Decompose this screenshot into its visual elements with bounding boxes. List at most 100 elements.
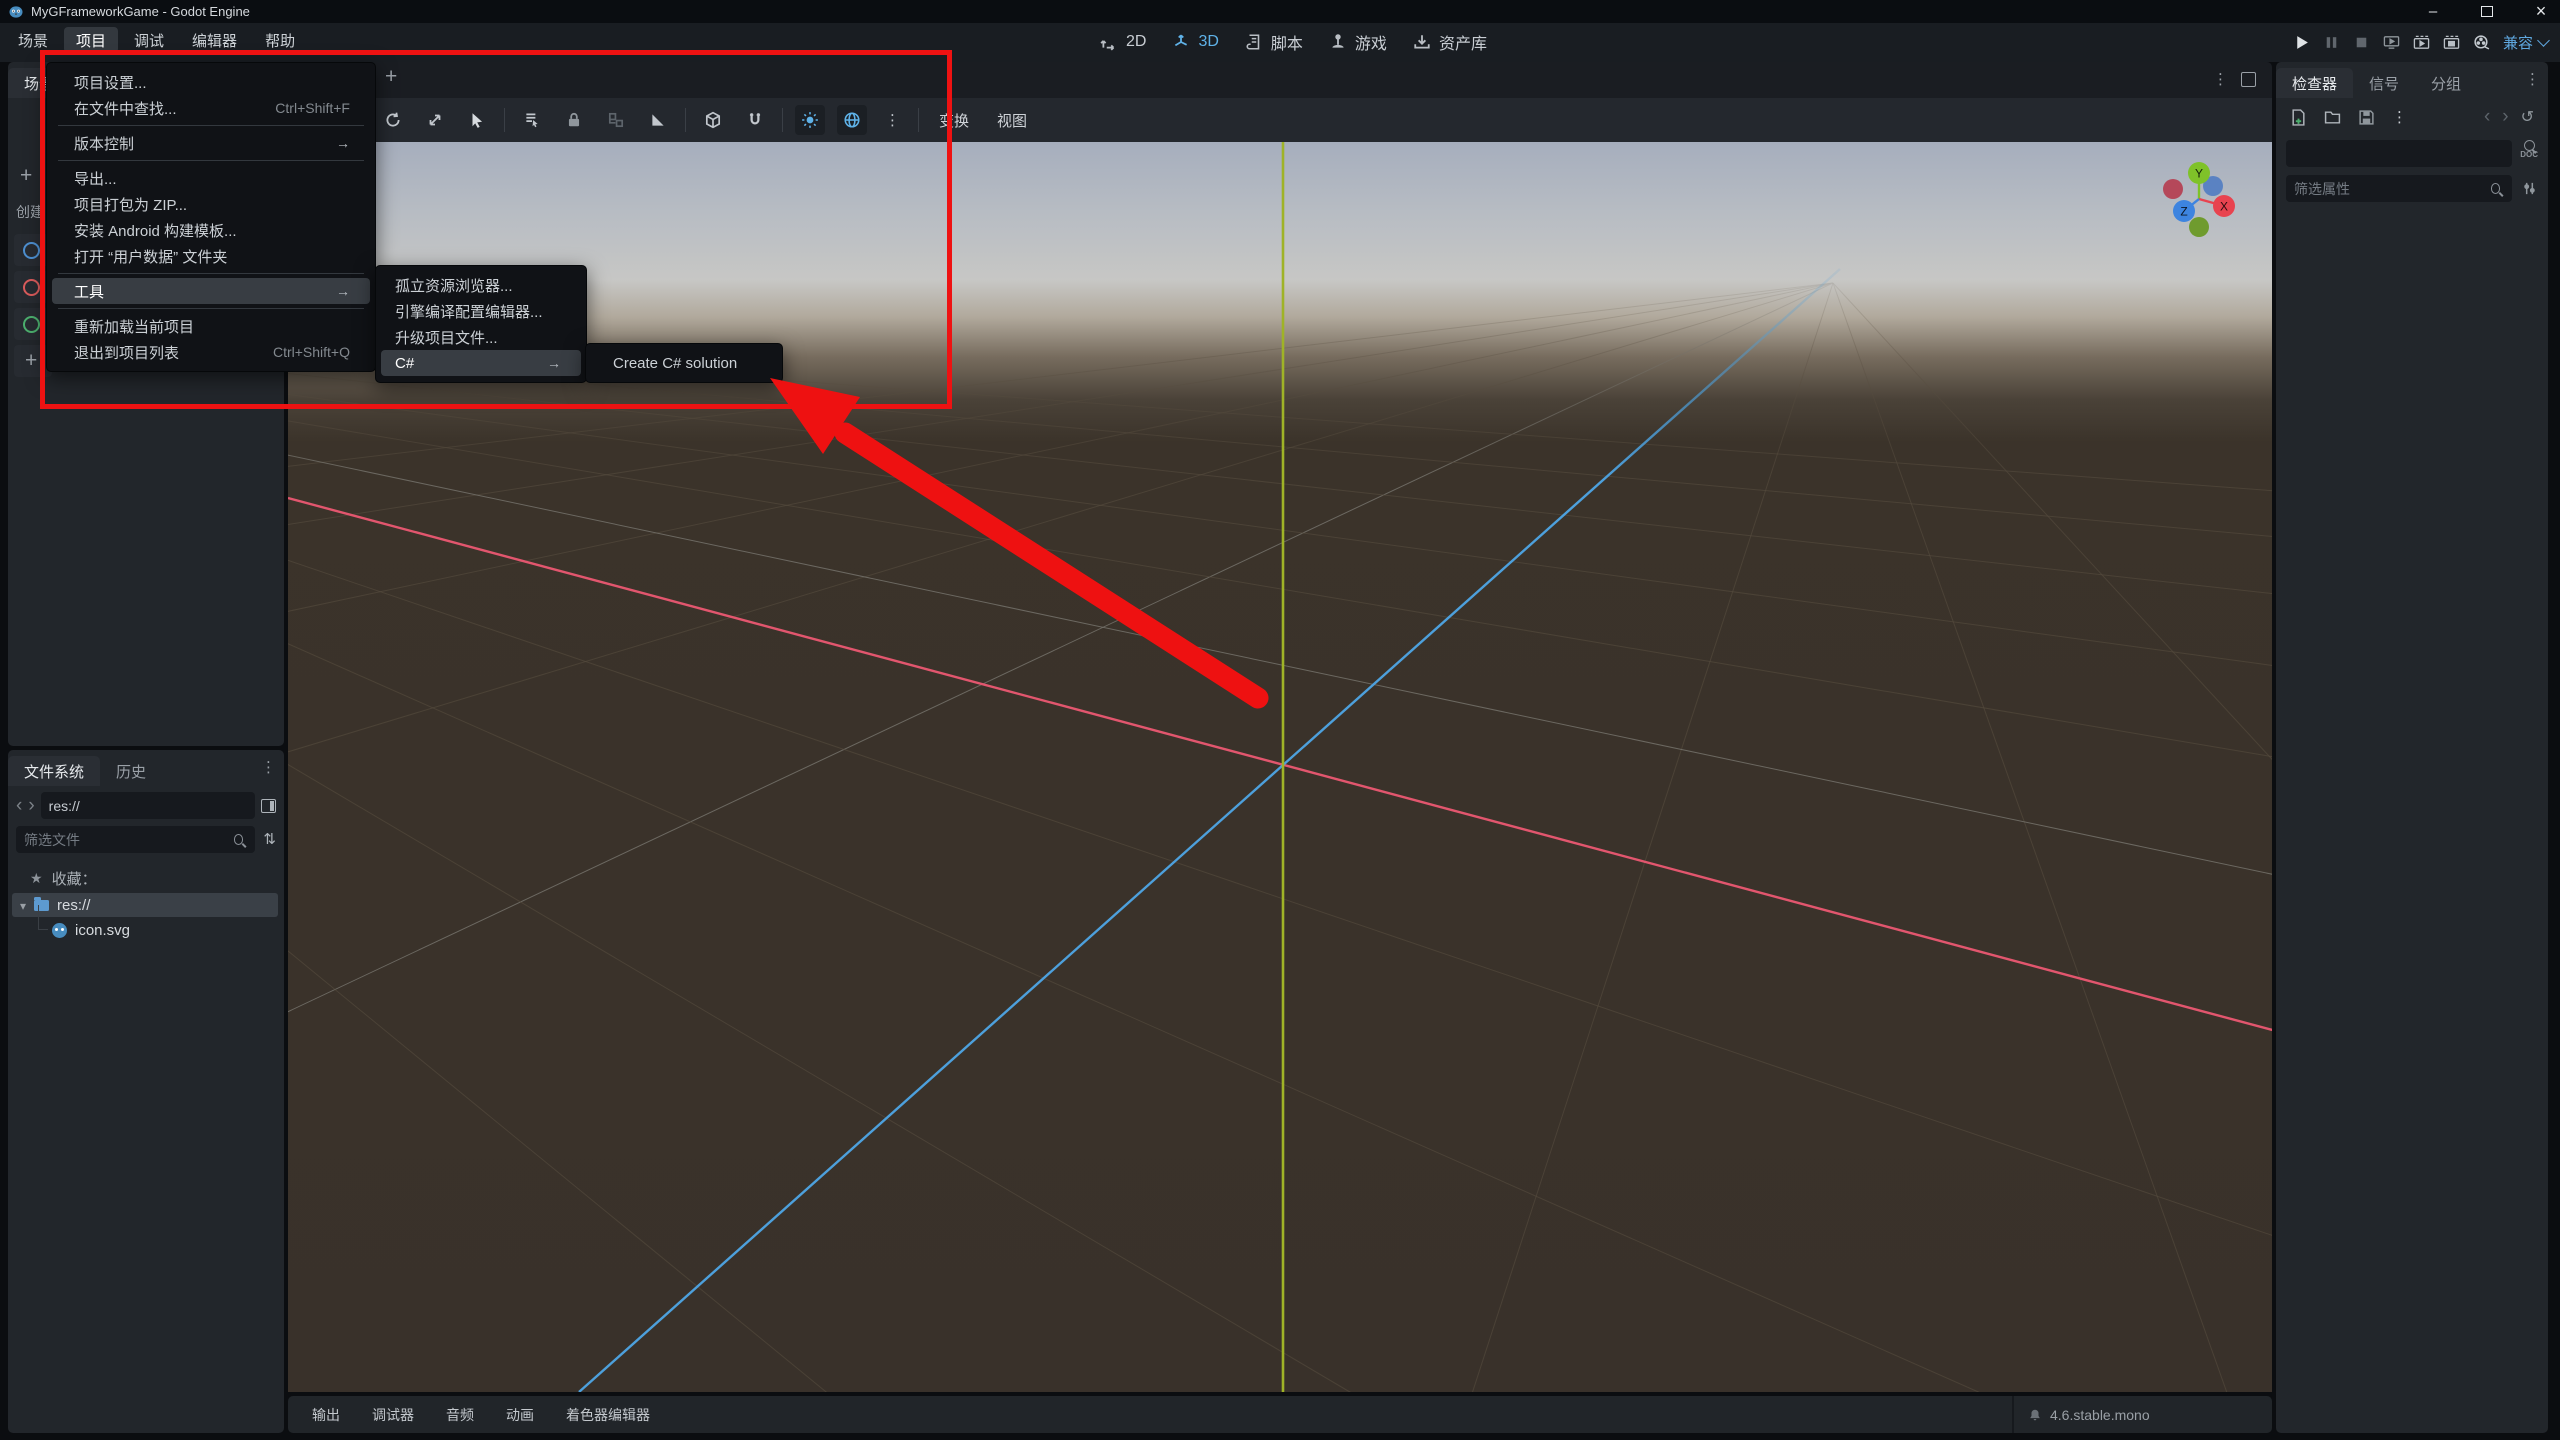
nav-forward-button[interactable] [28, 795, 34, 817]
inspector-dock: 检查器 信号 分组 ⋮ ⋮ ‹ › ↺ DOC 筛选属性 [2276, 62, 2548, 1433]
tab-output[interactable]: 输出 [296, 1396, 356, 1433]
tab-debugger[interactable]: 调试器 [356, 1396, 430, 1433]
cursor-icon [472, 113, 483, 128]
snap-button[interactable] [740, 105, 770, 135]
menu-project[interactable]: 项目 [64, 27, 119, 53]
menu-item-quit-to-project-list[interactable]: 退出到项目列表 Ctrl+Shift+Q [52, 339, 370, 365]
history-back-button[interactable] [2484, 106, 2490, 128]
menu-editor[interactable]: 编辑器 [180, 27, 249, 53]
file-filter-bar[interactable] [16, 826, 256, 853]
menu-item-reload-project[interactable]: 重新加载当前项目 [52, 313, 370, 339]
restore-button[interactable] [2472, 0, 2502, 22]
tab-audio[interactable]: 音频 [430, 1396, 490, 1433]
play-current-scene-button[interactable] [2413, 34, 2430, 51]
tree-row-res-root[interactable]: res:// [12, 893, 278, 917]
menu-item-export[interactable]: 导出... [52, 165, 370, 191]
renderer-dropdown[interactable]: 兼容 [2503, 32, 2550, 53]
group-button[interactable] [601, 105, 631, 135]
play-scene-button[interactable] [2383, 34, 2400, 51]
menu-item-pack-zip[interactable]: 项目打包为 ZIP... [52, 191, 370, 217]
play-custom-scene-button[interactable] [2443, 34, 2460, 51]
select-mode-button[interactable] [462, 105, 492, 135]
movie-maker-button[interactable] [2473, 34, 2490, 51]
menu-item-tools[interactable]: 工具 [52, 278, 370, 304]
fullscreen-icon[interactable] [2241, 72, 2256, 87]
notification-bell-icon[interactable] [2028, 1408, 2042, 1422]
magnet-icon [749, 113, 761, 125]
menu-item-version-control[interactable]: 版本控制 [52, 130, 370, 156]
environment-icon [844, 112, 860, 128]
edit-history-button[interactable] [2521, 107, 2534, 127]
tab-script[interactable]: 脚本 [1245, 30, 1303, 54]
menu-item-open-user-data[interactable]: 打开 “用户数据” 文件夹 [52, 243, 370, 269]
preview-environment-toggle[interactable] [837, 105, 867, 135]
pause-button[interactable] [2323, 34, 2340, 51]
filesystem-menu-button[interactable] [261, 758, 276, 777]
rotate-mode-button[interactable] [378, 105, 408, 135]
nav-back-button[interactable] [16, 795, 22, 817]
menu-item-orphan-resource-explorer[interactable]: 孤立资源浏览器... [381, 272, 581, 298]
lock-button[interactable] [559, 105, 589, 135]
tab-animation[interactable]: 动画 [490, 1396, 550, 1433]
viewport-extra-menu-button[interactable] [2213, 70, 2228, 89]
collapse-icon[interactable] [20, 897, 26, 914]
path-bar[interactable] [40, 792, 255, 819]
menu-item-upgrade-project-files[interactable]: 升级项目文件... [381, 324, 581, 350]
menu-item-csharp[interactable]: C# [381, 350, 581, 376]
transform-menu[interactable]: 变换 [931, 110, 977, 131]
preview-sunlight-toggle[interactable] [795, 105, 825, 135]
stop-button[interactable] [2353, 34, 2370, 51]
list-select-button[interactable] [517, 105, 547, 135]
file-filter-input[interactable] [16, 831, 234, 848]
property-filter-bar[interactable] [2286, 175, 2512, 202]
ruler-mode-button[interactable] [643, 105, 673, 135]
ui-scene-icon [23, 315, 40, 333]
inspector-menu-button[interactable] [2525, 70, 2540, 89]
property-tools-icon[interactable] [2522, 181, 2537, 196]
preview-options-button[interactable] [879, 105, 906, 135]
load-resource-button[interactable] [2324, 109, 2341, 126]
tab-assetlib[interactable]: 资产库 [1413, 30, 1487, 54]
resource-options-button[interactable] [2392, 108, 2407, 127]
tab-game[interactable]: 游戏 [1329, 30, 1387, 54]
property-filter-input[interactable] [2286, 180, 2491, 197]
tab-3d[interactable]: 3D [1172, 33, 1219, 51]
local-space-button[interactable] [698, 105, 728, 135]
tab-history[interactable]: 历史 [100, 756, 162, 786]
new-resource-button[interactable] [2290, 108, 2307, 126]
close-button[interactable] [2526, 0, 2556, 22]
split-dock-icon[interactable] [261, 798, 276, 813]
minimize-button[interactable] [2418, 0, 2448, 22]
tree-row-icon-svg[interactable]: icon.svg [52, 918, 130, 942]
view-menu[interactable]: 视图 [989, 110, 1035, 131]
path-input[interactable] [40, 797, 255, 814]
play-button[interactable] [2293, 34, 2310, 51]
chevron-down-icon [2537, 33, 2550, 47]
gizmo-neg-y[interactable] [2189, 217, 2209, 237]
tab-shader-editor[interactable]: 着色器编辑器 [550, 1396, 666, 1433]
axis-gizmo[interactable]: Y X Z [2154, 154, 2244, 244]
menu-item-install-android-template[interactable]: 安装 Android 构建模板... [52, 217, 370, 243]
menu-help[interactable]: 帮助 [253, 27, 307, 53]
tab-signals[interactable]: 信号 [2353, 68, 2415, 98]
save-resource-button[interactable] [2358, 109, 2375, 126]
tab-filesystem[interactable]: 文件系统 [8, 756, 101, 786]
menu-debug[interactable]: 调试 [122, 27, 176, 53]
submenu-arrow-icon [336, 283, 350, 300]
2d-scene-icon [23, 241, 40, 259]
gizmo-neg-x[interactable] [2163, 179, 2183, 199]
menu-item-create-csharp-solution[interactable]: Create C# solution [591, 350, 777, 376]
tab-2d[interactable]: 2D [1100, 33, 1146, 51]
menu-scene[interactable]: 场景 [6, 27, 60, 53]
add-node-icon[interactable] [20, 164, 32, 188]
tab-inspector[interactable]: 检查器 [2276, 68, 2354, 98]
tab-groups[interactable]: 分组 [2415, 68, 2477, 98]
open-docs-button[interactable]: DOC [2520, 140, 2538, 159]
history-forward-button[interactable] [2502, 106, 2508, 128]
menu-item-engine-compile-config[interactable]: 引擎编译配置编辑器... [381, 298, 581, 324]
menu-item-find-in-files[interactable]: 在文件中查找... Ctrl+Shift+F [52, 95, 370, 121]
sort-files-icon[interactable] [263, 830, 276, 849]
scale-mode-button[interactable] [420, 105, 450, 135]
menu-item-project-settings[interactable]: 项目设置... [52, 69, 370, 95]
new-scene-tab-button[interactable] [385, 65, 397, 89]
